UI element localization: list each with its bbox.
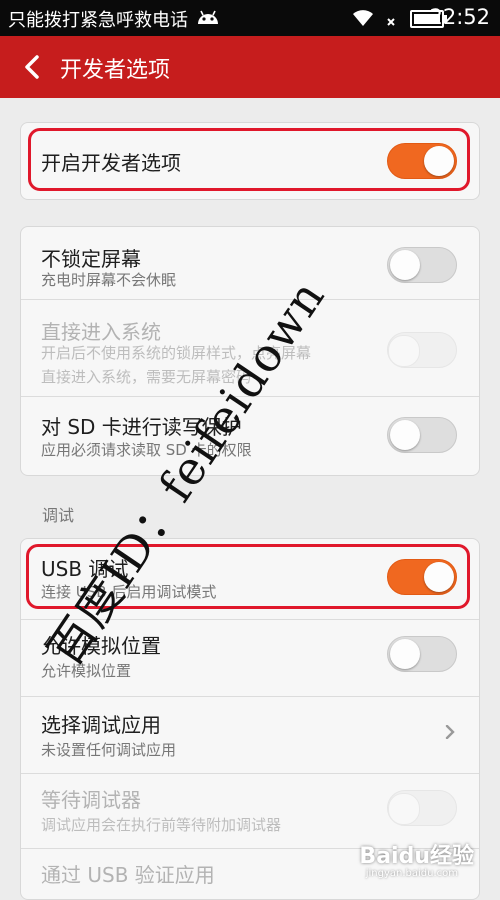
mock-location-toggle[interactable] xyxy=(387,636,457,672)
baidu-logo: Baidu经验 xyxy=(359,844,474,869)
keep-awake-toggle[interactable] xyxy=(387,247,457,283)
list-item-debug-app[interactable]: 选择调试应用 未设置任何调试应用 xyxy=(21,697,479,773)
item-subtitle: 充电时屏幕不会休眠 xyxy=(41,271,177,289)
direct-enter-toggle xyxy=(387,332,457,368)
item-title: 等待调试器 xyxy=(41,788,141,812)
status-bar: 只能拨打紧急呼救电话 22:52 xyxy=(0,0,500,36)
carrier-text: 只能拨打紧急呼救电话 xyxy=(8,10,188,31)
action-bar: 开发者选项 xyxy=(0,36,500,98)
item-title: 不锁定屏幕 xyxy=(41,247,141,271)
highlight-box xyxy=(28,128,470,191)
item-title: 选择调试应用 xyxy=(41,713,161,737)
page-title: 开发者选项 xyxy=(60,58,171,83)
list-item-wait-debugger: 等待调试器 调试应用会在执行前等待附加调试器 xyxy=(21,774,479,848)
section-header-debug: 调试 xyxy=(42,506,75,525)
wifi-icon xyxy=(353,10,373,26)
item-subtitle: 调试应用会在执行前等待附加调试器 xyxy=(41,816,282,834)
item-title: 通过 USB 验证应用 xyxy=(41,863,215,887)
chevron-right-icon xyxy=(445,725,455,739)
android-icon xyxy=(198,10,218,24)
sd-protect-toggle[interactable] xyxy=(387,417,457,453)
item-subtitle: 未设置任何调试应用 xyxy=(41,741,177,759)
wait-debugger-toggle xyxy=(387,790,457,826)
item-title: 直接进入系统 xyxy=(41,320,161,344)
no-signal-icon xyxy=(387,18,395,26)
back-arrow-icon[interactable] xyxy=(18,52,48,82)
baidu-logo-url: jingyan.baidu.com xyxy=(365,868,458,879)
list-item-keep-awake[interactable]: 不锁定屏幕 充电时屏幕不会休眠 xyxy=(21,227,479,299)
clock: 22:52 xyxy=(429,5,490,29)
